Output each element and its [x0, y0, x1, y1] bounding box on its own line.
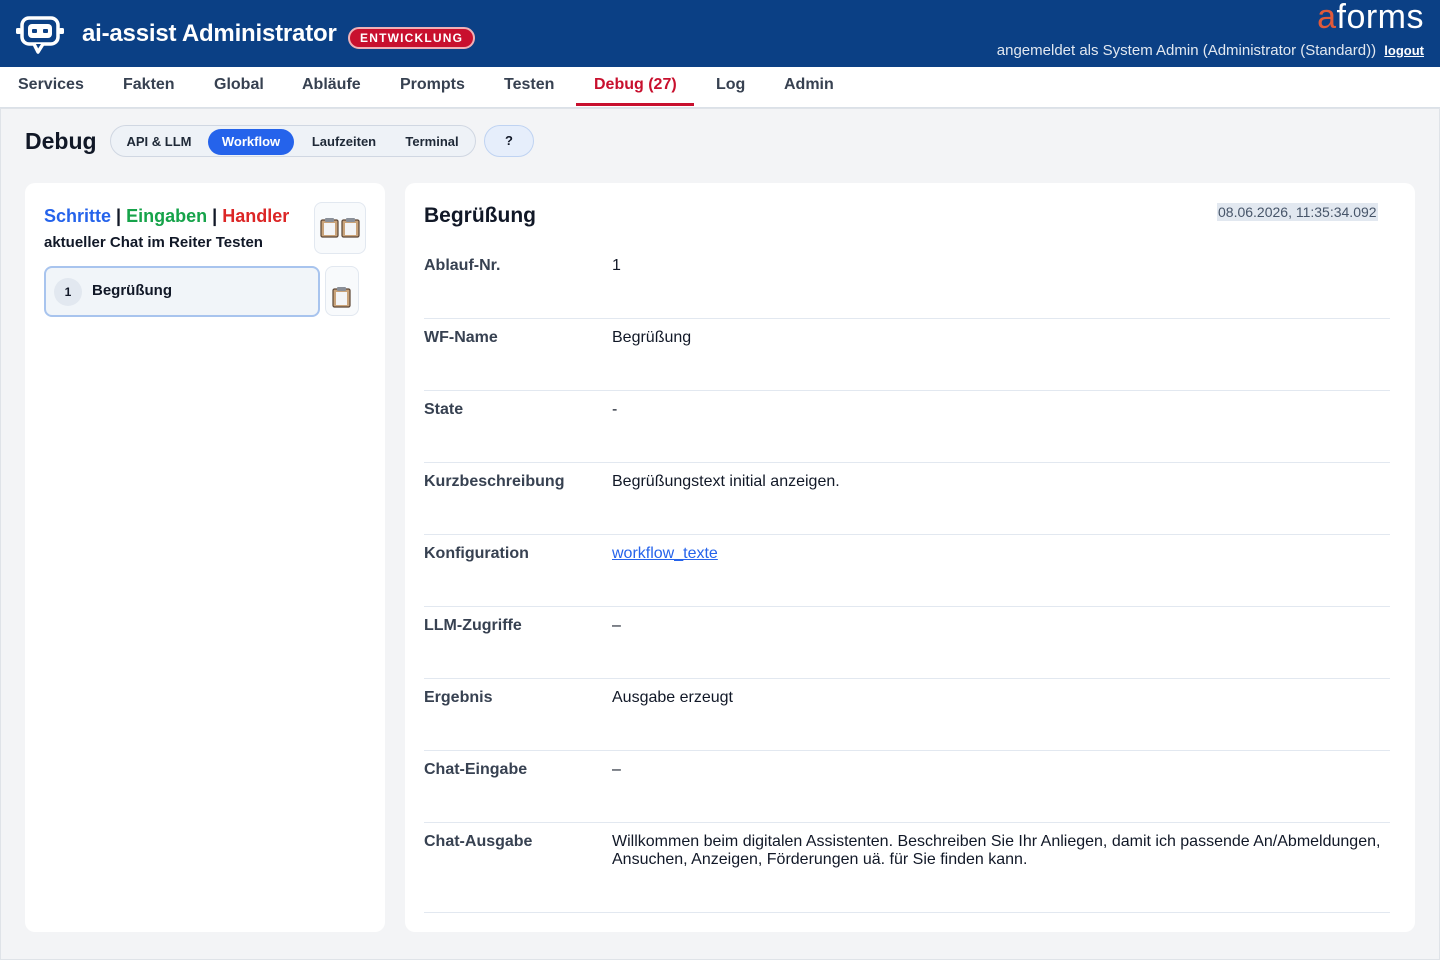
- nav-item-log[interactable]: Log: [716, 67, 745, 107]
- nav-item-prompts[interactable]: Prompts: [400, 67, 465, 107]
- help-button[interactable]: ?: [484, 125, 534, 157]
- main-nav: Services Fakten Global Abläufe Prompts T…: [0, 67, 1440, 108]
- clipboard-icon: [332, 287, 351, 308]
- nav-item-admin[interactable]: Admin: [784, 67, 834, 107]
- detail-key: WF-Name: [424, 329, 498, 346]
- detail-key: Kurzbeschreibung: [424, 473, 565, 490]
- nav-item-fakten[interactable]: Fakten: [123, 67, 175, 107]
- robot-chat-icon: [16, 16, 64, 54]
- top-header: ai-assist Administrator ENTWICKLUNG afor…: [0, 0, 1440, 67]
- environment-badge: ENTWICKLUNG: [348, 27, 476, 49]
- debug-tab-group: API & LLM Workflow Laufzeiten Terminal: [110, 125, 476, 157]
- heading-handler: Handler: [222, 206, 290, 226]
- detail-key: Chat-Eingabe: [424, 761, 528, 778]
- heading-inputs: Eingaben: [126, 206, 208, 226]
- brand-logo-rest: forms: [1336, 0, 1424, 36]
- step-item[interactable]: 1 Begrüßung: [44, 266, 320, 317]
- detail-value: Willkommen beim digitalen Assistenten. B…: [612, 833, 1381, 868]
- clipboard-double-icon: [320, 218, 360, 238]
- nav-active-indicator: [576, 103, 694, 106]
- heading-separator: |: [116, 206, 122, 226]
- user-info: angemeldet als System Admin (Administrat…: [997, 42, 1424, 59]
- detail-table: Ablauf-Nr. 1 WF-Name Begrüßung State - K…: [424, 247, 1390, 913]
- detail-value: Ausgabe erzeugt: [612, 689, 733, 706]
- logout-link[interactable]: logout: [1384, 43, 1424, 58]
- detail-row-state: State -: [424, 391, 1390, 463]
- detail-panel: Begrüßung 08.06.2026, 11:35:34.092 Ablau…: [405, 183, 1415, 932]
- detail-row-kurzbeschreibung: Kurzbeschreibung Begrüßungstext initial …: [424, 463, 1390, 535]
- detail-key: LLM-Zugriffe: [424, 617, 522, 634]
- detail-key: State: [424, 401, 464, 418]
- app-title: ai-assist Administrator: [82, 20, 337, 47]
- detail-row-konfiguration: Konfiguration workflow_texte: [424, 535, 1390, 607]
- nav-item-ablaeufe[interactable]: Abläufe: [302, 67, 361, 107]
- tab-api-llm[interactable]: API & LLM: [117, 129, 201, 155]
- detail-timestamp: 08.06.2026, 11:35:34.092: [1217, 203, 1378, 221]
- detail-row-ergebnis: Ergebnis Ausgabe erzeugt: [424, 679, 1390, 751]
- copy-step-button[interactable]: [325, 266, 359, 316]
- step-label: Begrüßung: [92, 282, 172, 299]
- detail-key: Ergebnis: [424, 689, 493, 706]
- nav-item-services[interactable]: Services: [18, 67, 84, 107]
- detail-value: Begrüßungstext initial anzeigen.: [612, 473, 840, 490]
- detail-value: –: [612, 761, 621, 778]
- tab-terminal[interactable]: Terminal: [394, 129, 470, 155]
- steps-panel: Schritte | Eingaben | Handler aktueller …: [25, 183, 385, 932]
- tab-laufzeiten[interactable]: Laufzeiten: [300, 129, 388, 155]
- detail-row-chat-eingabe: Chat-Eingabe –: [424, 751, 1390, 823]
- steps-subtitle: aktueller Chat im Reiter Testen: [44, 234, 263, 251]
- heading-steps: Schritte: [44, 206, 112, 226]
- detail-row-ablauf-nr: Ablauf-Nr. 1: [424, 247, 1390, 319]
- page-title: Debug: [25, 128, 97, 154]
- detail-value: –: [612, 617, 621, 634]
- tab-workflow[interactable]: Workflow: [208, 129, 294, 155]
- detail-key: Ablauf-Nr.: [424, 257, 501, 274]
- detail-row-chat-ausgabe: Chat-Ausgabe Willkommen beim digitalen A…: [424, 823, 1390, 913]
- detail-value: 1: [612, 257, 621, 274]
- detail-title: Begrüßung: [424, 204, 536, 227]
- detail-value: workflow_texte: [612, 545, 1382, 563]
- steps-heading: Schritte | Eingaben | Handler: [44, 206, 289, 227]
- config-link[interactable]: workflow_texte: [612, 545, 718, 562]
- nav-item-testen[interactable]: Testen: [504, 67, 554, 107]
- detail-value: -: [612, 401, 618, 418]
- step-number: 1: [54, 278, 82, 306]
- heading-separator: |: [212, 206, 218, 226]
- brand-logo: aforms: [1317, 0, 1424, 37]
- copy-all-button[interactable]: [314, 202, 366, 254]
- user-info-text: angemeldet als System Admin (Administrat…: [996, 42, 1377, 59]
- detail-row-wf-name: WF-Name Begrüßung: [424, 319, 1390, 391]
- nav-item-debug[interactable]: Debug (27): [594, 67, 677, 107]
- nav-item-global[interactable]: Global: [214, 67, 264, 107]
- detail-row-llm-zugriffe: LLM-Zugriffe –: [424, 607, 1390, 679]
- detail-key: Konfiguration: [424, 545, 529, 562]
- detail-key: Chat-Ausgabe: [424, 833, 533, 850]
- detail-value: Begrüßung: [612, 329, 692, 346]
- brand-logo-a: a: [1317, 0, 1337, 36]
